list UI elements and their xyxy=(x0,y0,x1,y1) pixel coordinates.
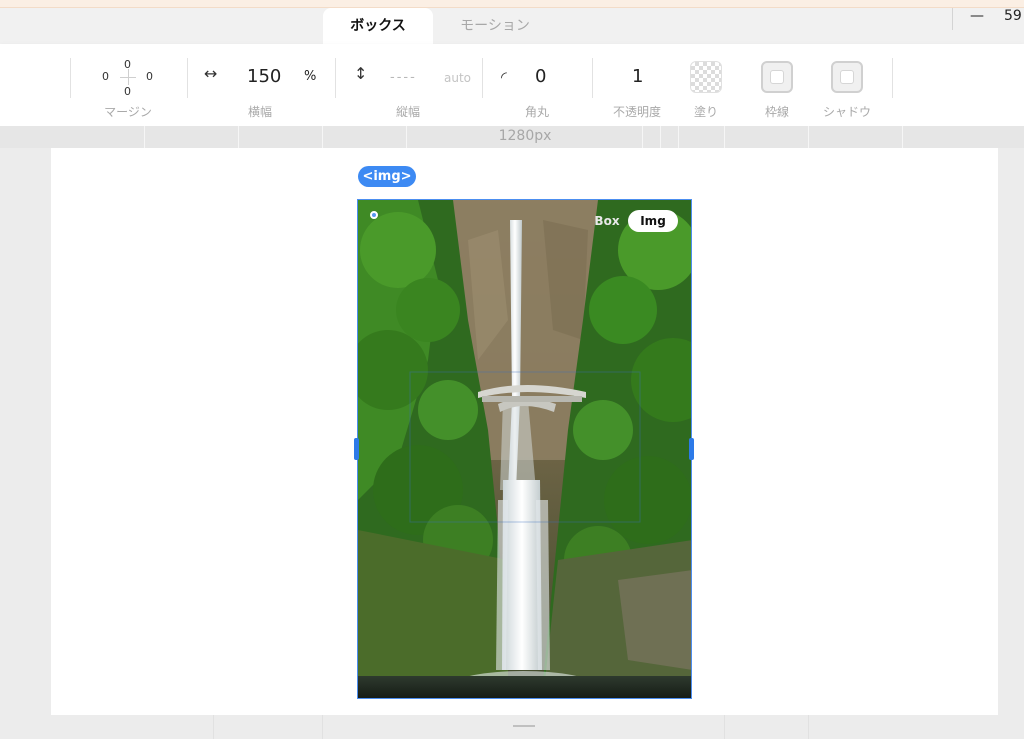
radius-input[interactable]: 0 xyxy=(535,66,546,87)
ruler-tick xyxy=(660,126,661,148)
height-label: 縦幅 xyxy=(395,105,420,119)
waterfall-photo xyxy=(358,200,691,698)
height-arrows-icon: ↕ xyxy=(354,64,368,83)
height-auto-button[interactable]: auto xyxy=(444,71,471,85)
ruler-tick xyxy=(678,126,679,148)
toggle-img-option[interactable]: Img xyxy=(628,210,678,232)
tab-motion[interactable]: モーション xyxy=(440,8,550,44)
toolbar-divider xyxy=(70,58,71,98)
window-separator xyxy=(952,8,953,30)
margin-label: マージン xyxy=(104,105,152,119)
zoom-value: 59 xyxy=(1004,8,1022,24)
ruler-tick xyxy=(902,126,903,148)
border-square-icon xyxy=(770,70,784,84)
margin-control[interactable]: 0 0 0 0 xyxy=(98,58,160,98)
resize-handle-right[interactable] xyxy=(689,438,694,460)
margin-cross-icon xyxy=(128,69,129,85)
border-label: 枠線 xyxy=(764,105,789,119)
element-tag-badge[interactable]: <img> xyxy=(358,166,416,187)
window-top-strip xyxy=(0,0,1024,8)
toolbar-divider xyxy=(335,58,336,98)
toolbar-divider xyxy=(187,58,188,98)
fill-swatch-button[interactable] xyxy=(690,61,722,93)
height-input[interactable]: ---- xyxy=(390,70,417,85)
ruler-tick xyxy=(642,126,643,148)
canvas-width-indicator: 1280px xyxy=(498,128,552,144)
width-unit[interactable]: % xyxy=(304,69,316,84)
radius-label: 角丸 xyxy=(524,105,549,119)
width-arrows-icon: ↔ xyxy=(204,64,218,83)
bottom-drag-indicator[interactable] xyxy=(513,725,535,727)
anchor-point-icon[interactable] xyxy=(370,211,378,219)
width-label: 横幅 xyxy=(247,105,272,119)
toggle-box-option[interactable]: Box xyxy=(588,210,626,232)
ruler-tick xyxy=(808,126,809,148)
toolbar-divider xyxy=(892,58,893,98)
ruler-tick xyxy=(406,126,407,148)
width-input[interactable]: 150 xyxy=(247,66,281,87)
tab-bar: ボックス モーション xyxy=(0,8,1024,44)
shadow-square-icon xyxy=(840,70,854,84)
tab-box[interactable]: ボックス xyxy=(323,8,433,44)
property-toolbar: 0 0 0 0 マージン ↔ 150 % 横幅 ↕ ---- auto 縦幅 ◜… xyxy=(0,44,1024,126)
border-button[interactable] xyxy=(761,61,793,93)
shadow-button[interactable] xyxy=(831,61,863,93)
ruler-tick xyxy=(322,126,323,148)
minimize-icon[interactable]: — xyxy=(970,8,984,24)
opacity-input[interactable]: 1 xyxy=(632,66,643,87)
toolbar-divider xyxy=(482,58,483,98)
corner-radius-icon: ◜ xyxy=(501,68,507,86)
waterfall-image[interactable] xyxy=(357,199,692,699)
fill-label: 塗り xyxy=(693,105,718,119)
margin-right-value[interactable]: 0 xyxy=(146,70,153,83)
margin-left-value[interactable]: 0 xyxy=(102,70,109,83)
ruler-tick xyxy=(724,126,725,148)
breakpoint-ruler: 1280px xyxy=(0,126,1024,148)
ruler-tick xyxy=(238,126,239,148)
margin-bottom-value[interactable]: 0 xyxy=(124,85,131,98)
opacity-label: 不透明度 xyxy=(612,105,661,119)
resize-handle-left[interactable] xyxy=(354,438,359,460)
box-img-toggle[interactable]: Box Img xyxy=(584,210,680,232)
ruler-tick xyxy=(144,126,145,148)
shadow-label: シャドウ xyxy=(822,105,871,119)
toolbar-divider xyxy=(592,58,593,98)
